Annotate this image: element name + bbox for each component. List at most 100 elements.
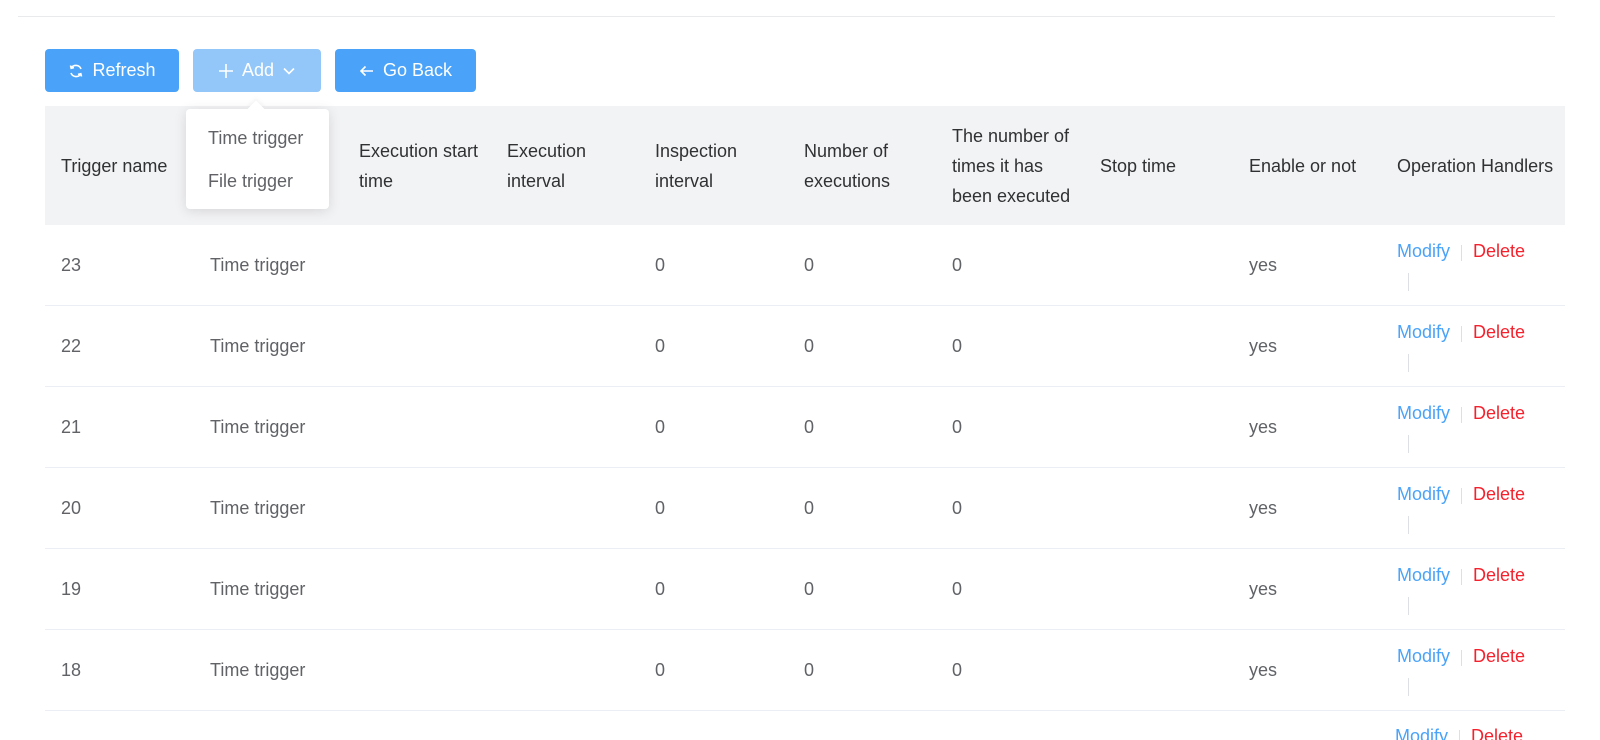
modify-link[interactable]: Modify [1397,484,1450,505]
column-header-execution-start-time[interactable]: Execution start time [343,106,491,225]
cell-stop-time [1084,630,1233,710]
modify-link[interactable]: Modify [1395,726,1448,740]
cell-execution-interval [491,549,639,629]
top-divider [18,16,1555,17]
cell-execution-start-time [343,306,491,386]
go-back-label: Go Back [382,60,453,80]
plus-icon [218,63,234,79]
cell-number-of-executions: 0 [804,416,815,437]
cell-number-of-executions: 0 [804,497,815,518]
action-divider [1408,354,1409,372]
action-divider [1408,273,1409,291]
cell-execution-interval [491,630,639,710]
delete-link[interactable]: Delete [1473,403,1525,424]
cell-trigger-name: 23 [61,254,82,275]
cell-stop-time [1084,387,1233,467]
column-header-inspection-interval[interactable]: Inspection interval [639,106,788,225]
cell-stop-time [1084,225,1233,305]
delete-link[interactable]: Delete [1471,726,1523,740]
cell-operations: Modify Delete [1381,630,1565,710]
refresh-button[interactable]: Refresh [45,49,179,92]
cell-trigger-type: Time trigger [210,497,306,518]
cell-operations: Modify Delete [1381,306,1565,386]
cell-trigger-name: 22 [61,335,82,356]
column-header-times-executed[interactable]: The number of times it has been executed [936,106,1084,225]
action-divider [1461,407,1463,423]
delete-link[interactable]: Delete [1473,484,1525,505]
column-header-execution-interval[interactable]: Execution interval [491,106,639,225]
table-row: 18 Time trigger 0 0 0 yes Modify Delete [45,630,1565,711]
table-row: 20 Time trigger 0 0 0 yes Modify Delete [45,468,1565,549]
modify-link[interactable]: Modify [1397,322,1450,343]
table-row: 23 Time trigger 0 0 0 yes Modify Delete [45,225,1565,306]
action-divider [1408,597,1409,615]
cell-inspection-interval: 0 [655,659,666,680]
cell-times-executed: 0 [952,254,963,275]
cell-enable-or-not: yes [1249,578,1278,599]
cell-times-executed: 0 [952,335,963,356]
cell-execution-start-time [343,387,491,467]
action-divider [1461,650,1463,666]
modify-link[interactable]: Modify [1397,646,1450,667]
cell-enable-or-not: yes [1249,659,1278,680]
add-dropdown-menu: Time trigger File trigger [186,109,329,209]
add-button[interactable]: Add [193,49,321,92]
column-header-stop-time[interactable]: Stop time [1084,106,1233,225]
delete-link[interactable]: Delete [1473,241,1525,262]
cell-execution-start-time [343,468,491,548]
action-divider [1408,516,1409,534]
cell-enable-or-not: yes [1249,335,1278,356]
cell-number-of-executions: 0 [804,659,815,680]
refresh-label: Refresh [92,60,156,80]
cell-trigger-name: 18 [61,659,82,680]
cell-stop-time [1084,468,1233,548]
column-header-operation-handlers: Operation Handlers [1397,155,1554,176]
cell-trigger-name: 19 [61,578,82,599]
cell-times-executed: 0 [952,416,963,437]
cell-inspection-interval: 0 [655,578,666,599]
column-header-number-of-executions[interactable]: Number of executions [788,106,936,225]
cell-number-of-executions: 0 [804,335,815,356]
trigger-list-page: Refresh Add Go Back Time trigger File tr… [0,0,1600,740]
cell-number-of-executions: 0 [804,578,815,599]
action-divider [1461,569,1463,585]
column-header-enable-or-not[interactable]: Enable or not [1233,106,1381,225]
cell-trigger-name: 20 [61,497,82,518]
table-row: 22 Time trigger 0 0 0 yes Modify Delete [45,306,1565,387]
cell-trigger-type: Time trigger [210,416,306,437]
delete-link[interactable]: Delete [1473,322,1525,343]
cell-trigger-type: Time trigger [210,254,306,275]
refresh-icon [68,63,84,79]
table-row-partial: Modify Delete [45,711,1565,740]
menu-item-time-trigger[interactable]: Time trigger [186,117,329,160]
cell-operations: Modify Delete [1381,549,1565,629]
modify-link[interactable]: Modify [1397,403,1450,424]
action-divider [1461,488,1463,504]
modify-link[interactable]: Modify [1397,241,1450,262]
delete-link[interactable]: Delete [1473,646,1525,667]
action-divider [1408,678,1409,696]
cell-times-executed: 0 [952,497,963,518]
chevron-down-icon [282,64,296,78]
cell-enable-or-not: yes [1249,254,1278,275]
cell-number-of-executions: 0 [804,254,815,275]
delete-link[interactable]: Delete [1473,565,1525,586]
cell-inspection-interval: 0 [655,497,666,518]
cell-enable-or-not: yes [1249,416,1278,437]
cell-times-executed: 0 [952,578,963,599]
action-divider [1461,245,1463,261]
column-header-trigger-name[interactable]: Trigger name [45,106,194,225]
table-row: 21 Time trigger 0 0 0 yes Modify Delete [45,387,1565,468]
modify-link[interactable]: Modify [1397,565,1450,586]
cell-inspection-interval: 0 [655,335,666,356]
arrow-left-icon [359,63,375,79]
table-row: 19 Time trigger 0 0 0 yes Modify Delete [45,549,1565,630]
cell-execution-interval [491,387,639,467]
action-divider [1461,326,1463,342]
cell-operations: Modify Delete [1395,726,1523,740]
cell-execution-start-time [343,630,491,710]
cell-execution-start-time [343,225,491,305]
cell-trigger-name: 21 [61,416,82,437]
menu-item-file-trigger[interactable]: File trigger [186,160,329,203]
go-back-button[interactable]: Go Back [335,49,476,92]
